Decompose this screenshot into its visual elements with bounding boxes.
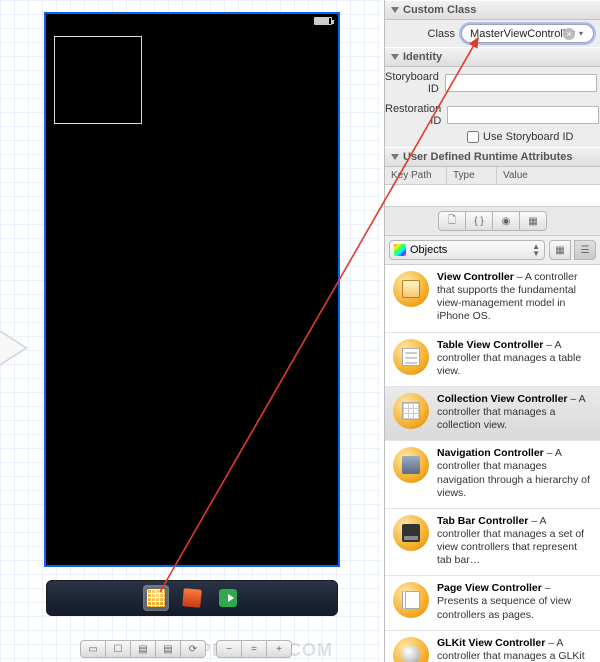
dock-exit-icon[interactable] [215,585,241,611]
library-item[interactable]: Navigation Controller – A controller tha… [385,441,600,509]
refresh-button[interactable]: ⟳ [180,640,206,658]
col-keypath: Key Path [385,167,447,184]
objects-color-icon [394,244,406,256]
class-value: MasterViewController [470,28,575,40]
segue-arrow-icon [0,330,28,366]
table-view-controller-icon [393,339,429,375]
runtime-attrs-table[interactable] [385,185,600,207]
code-snippet-tab[interactable]: { } [465,211,493,231]
canvas-bottom-toolbar: ▭ ☐ ▤ ▤ ⟳ − = + [80,640,292,658]
navigation-controller-icon [393,447,429,483]
library-item[interactable]: Collection View Controller – A controlle… [385,387,600,441]
use-storyboard-id-label: Use Storyboard ID [483,131,573,143]
tab-bar-controller-icon [393,515,429,551]
restoration-id-label: Restoration ID [385,103,447,127]
identity-section-header[interactable]: Identity [385,47,600,67]
library-filter-dropdown[interactable]: Objects ▲▼ [389,240,545,260]
save-button[interactable]: ▤ [130,640,156,658]
dropdown-arrow-icon[interactable]: ▾ [579,29,589,39]
list-view-button[interactable]: ☰ [574,240,596,260]
library-item-text: Navigation Controller – A controller tha… [437,447,592,500]
save-button-2[interactable]: ▤ [155,640,181,658]
library-item-text: Collection View Controller – A controlle… [437,393,592,432]
library-item-text: Tab Bar Controller – A controller that m… [437,515,592,568]
library-filter-label: Objects [410,244,447,256]
runtime-attrs-table-header: Key Path Type Value [385,167,600,185]
collection-view-controller-icon [393,393,429,429]
zoom-in-button[interactable]: + [266,640,292,658]
storyboard-id-label: Storyboard ID [385,71,445,95]
runtime-attrs-section-header[interactable]: User Defined Runtime Attributes [385,147,600,167]
section-title: Custom Class [403,4,476,16]
library-item-text: Table View Controller – A controller tha… [437,339,592,378]
library-item[interactable]: GLKit View Controller – A controller tha… [385,631,600,662]
object-library-list[interactable]: View Controller – A controller that supp… [385,265,600,662]
scene-dock [46,580,338,616]
dock-collection-vc-icon[interactable] [143,585,169,611]
view-controller-icon [393,271,429,307]
dock-first-responder-icon[interactable] [179,585,205,611]
library-item-text: GLKit View Controller – A controller tha… [437,637,592,662]
zoom-fit-button[interactable]: = [241,640,267,658]
library-tab-bar: 🗋 { } ◉ ▦ [385,207,600,236]
library-item[interactable]: Table View Controller – A controller tha… [385,333,600,387]
storyboard-id-input[interactable] [445,74,597,92]
page-view-controller-icon [393,582,429,618]
file-template-tab[interactable]: 🗋 [438,211,466,231]
custom-class-section-header[interactable]: Custom Class [385,0,600,20]
library-item-text: Page View Controller – Presents a sequen… [437,582,592,621]
disclosure-triangle-icon [391,7,399,13]
library-filter-bar: Objects ▲▼ ▦ ☰ [385,236,600,265]
clear-icon[interactable]: × [563,28,575,40]
battery-icon [314,17,332,25]
restoration-id-input[interactable] [447,106,599,124]
collection-view-cell[interactable] [54,36,142,124]
collection-view-controller-scene[interactable] [44,12,340,567]
library-item[interactable]: Page View Controller – Presents a sequen… [385,576,600,630]
disclosure-triangle-icon [391,154,399,160]
library-item[interactable]: Tab Bar Controller – A controller that m… [385,509,600,577]
col-type: Type [447,167,497,184]
status-bar [46,14,338,28]
library-item-text: View Controller – A controller that supp… [437,271,592,324]
class-field-row: Class MasterViewController × ▾ [385,20,600,47]
section-title: Identity [403,51,442,63]
device-button[interactable]: ▭ [80,640,106,658]
icon-view-button[interactable]: ▦ [549,240,571,260]
col-value: Value [497,167,600,184]
glkit-view-controller-icon [393,637,429,662]
object-library-tab[interactable]: ◉ [492,211,520,231]
use-storyboard-id-checkbox[interactable] [467,131,479,143]
media-library-tab[interactable]: ▦ [519,211,547,231]
class-label: Class [385,28,461,40]
disclosure-triangle-icon [391,54,399,60]
class-combobox[interactable]: MasterViewController × ▾ [461,24,594,43]
doc-button[interactable]: ☐ [105,640,131,658]
inspector-panel: Custom Class Class MasterViewController … [384,0,600,662]
library-item[interactable]: View Controller – A controller that supp… [385,265,600,333]
zoom-out-button[interactable]: − [216,640,242,658]
section-title: User Defined Runtime Attributes [403,151,573,163]
stepper-icon: ▲▼ [532,243,540,257]
